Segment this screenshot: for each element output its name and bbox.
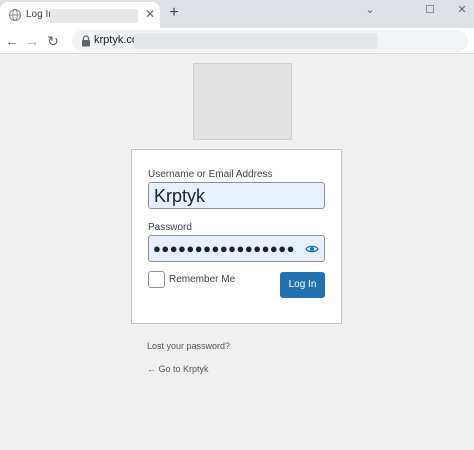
close-icon[interactable]: ✕ [143, 7, 157, 21]
password-input[interactable]: ●●●●●●●●●●●●●●●●● [148, 235, 325, 262]
password-label: Password [148, 222, 192, 233]
password-value: ●●●●●●●●●●●●●●●●● [153, 241, 295, 256]
redacted-tab-title [50, 9, 138, 23]
maximize-icon[interactable]: ☐ [422, 2, 438, 18]
redacted-url-path [134, 33, 378, 49]
tab-strip: Log In ✕ + ⌄ ☐ ✕ [0, 0, 474, 28]
eye-icon[interactable] [305, 242, 319, 256]
back-to-site-link[interactable]: ← Go to Krptyk [147, 364, 209, 374]
remember-me-checkbox[interactable] [148, 271, 165, 288]
globe-icon [9, 9, 21, 21]
remember-me-label[interactable]: Remember Me [169, 274, 235, 285]
username-label: Username or Email Address [148, 169, 273, 180]
reload-icon[interactable]: ↻ [44, 32, 62, 50]
log-in-button[interactable]: Log In [280, 272, 325, 298]
forward-arrow-icon[interactable]: → [23, 32, 41, 50]
site-logo[interactable] [193, 63, 292, 140]
plus-icon[interactable]: + [166, 5, 182, 21]
login-form: Username or Email Address Krptyk Passwor… [131, 149, 342, 324]
window-close-icon[interactable]: ✕ [454, 2, 470, 18]
browser-toolbar: ← → ↻ krptyk.com [0, 28, 474, 54]
lost-password-link[interactable]: Lost your password? [147, 341, 230, 351]
browser-tab[interactable]: Log In ✕ [0, 2, 160, 28]
back-arrow-icon[interactable]: ← [3, 32, 21, 50]
minimize-icon[interactable]: ⌄ [362, 2, 378, 18]
username-value: Krptyk [154, 186, 206, 206]
lock-icon [82, 35, 90, 47]
username-input[interactable]: Krptyk [148, 182, 325, 209]
address-bar[interactable]: krptyk.com [72, 30, 468, 52]
